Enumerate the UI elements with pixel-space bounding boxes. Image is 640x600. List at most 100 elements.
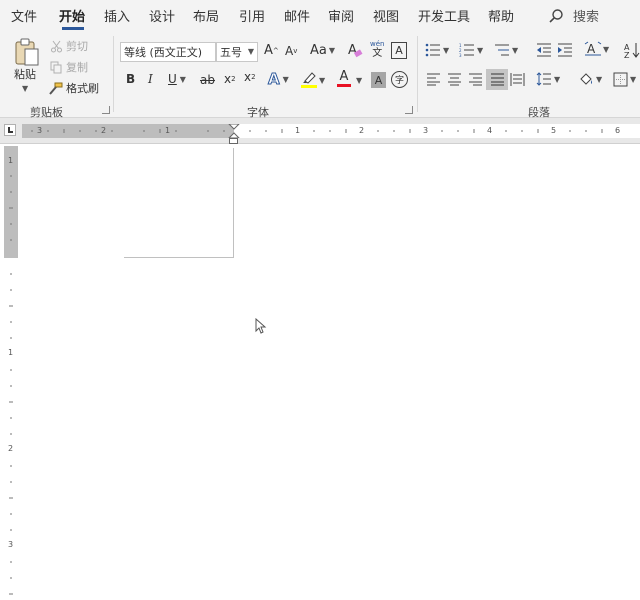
ruler-number: 1: [165, 126, 171, 135]
superscript-button[interactable]: x2: [244, 70, 256, 84]
justify-button[interactable]: [486, 69, 508, 90]
format-painter-label: 格式刷: [66, 82, 99, 95]
borders-button[interactable]: ▼: [613, 72, 636, 87]
grow-font-button[interactable]: A ^: [264, 43, 279, 58]
text-effects-button[interactable]: A ▼: [268, 70, 289, 89]
character-border-label: A: [395, 44, 403, 57]
align-right-icon: [469, 73, 482, 86]
bold-button[interactable]: B: [126, 72, 135, 86]
italic-button[interactable]: I: [148, 72, 153, 86]
horizontal-ruler[interactable]: 3 2 1 1 2 3 4 5 6: [22, 124, 640, 138]
copy-label: 复制: [66, 61, 88, 74]
multilevel-list-icon: [495, 44, 509, 56]
svg-text:A: A: [587, 42, 596, 56]
shading-button[interactable]: ▼: [578, 72, 602, 87]
left-indent-marker[interactable]: [229, 138, 238, 144]
align-center-icon: [448, 73, 461, 86]
font-size-select[interactable]: 五号 ▼: [216, 42, 258, 62]
paste-icon[interactable]: [12, 36, 42, 68]
tab-developer[interactable]: 开发工具: [418, 6, 470, 25]
justify-icon: [490, 73, 504, 86]
tab-design[interactable]: 设计: [149, 6, 175, 25]
tab-insert[interactable]: 插入: [104, 6, 130, 25]
change-case-label: Aa: [310, 43, 327, 58]
search-label[interactable]: 搜索: [573, 6, 599, 25]
asian-layout-icon: A: [584, 41, 602, 56]
font-name-value: 等线 (西文正文): [124, 46, 203, 59]
line-spacing-button[interactable]: ▼: [536, 72, 560, 86]
vertical-ruler[interactable]: 1 1 2 3: [4, 146, 18, 600]
enclose-characters-label: 字: [394, 76, 404, 86]
sort-icon: AZ: [624, 43, 640, 58]
align-left-button[interactable]: [426, 73, 441, 86]
ruler-number: 2: [359, 126, 365, 135]
tab-selector[interactable]: [4, 124, 16, 136]
align-right-button[interactable]: [468, 73, 483, 86]
active-tab-indicator: [62, 27, 84, 30]
highlight-dropdown-icon[interactable]: ▼: [319, 76, 325, 85]
paste-dropdown-icon[interactable]: ▼: [22, 84, 28, 93]
strikethrough-button[interactable]: ab: [200, 73, 215, 87]
change-case-button[interactable]: Aa ▼: [310, 43, 335, 58]
font-color-dropdown-icon[interactable]: ▼: [356, 76, 362, 85]
increase-indent-button[interactable]: [557, 43, 573, 57]
multilevel-list-button[interactable]: ▼: [494, 43, 518, 57]
paste-button[interactable]: 粘贴: [14, 66, 36, 82]
character-border-button[interactable]: A: [391, 42, 407, 59]
bullets-button[interactable]: ▼: [425, 43, 449, 57]
shrink-font-button[interactable]: Av: [285, 44, 297, 58]
tab-help[interactable]: 帮助: [488, 6, 514, 25]
highlight-button[interactable]: [301, 71, 317, 88]
font-color-button[interactable]: A: [337, 70, 351, 87]
svg-text:Z: Z: [624, 51, 630, 58]
asian-layout-button[interactable]: A ▼: [584, 41, 609, 58]
font-launcher-icon[interactable]: [405, 106, 413, 114]
decrease-indent-button[interactable]: [536, 43, 552, 57]
underline-button[interactable]: U ▼: [168, 72, 186, 86]
ruler-number: 4: [487, 126, 493, 135]
character-shading-button[interactable]: A: [371, 72, 386, 88]
align-center-button[interactable]: [447, 73, 462, 86]
format-painter-button[interactable]: 格式刷: [48, 80, 99, 96]
tab-review[interactable]: 审阅: [328, 6, 354, 25]
page-margin-corner-mark: [124, 148, 234, 258]
search-icon[interactable]: [548, 8, 564, 24]
tab-layout[interactable]: 布局: [193, 6, 219, 25]
font-size-value: 五号: [220, 46, 242, 59]
tab-references[interactable]: 引用: [239, 6, 265, 25]
mouse-cursor-icon: [255, 318, 267, 334]
enclose-characters-button[interactable]: 字: [391, 71, 408, 88]
ruler-number: 1: [8, 156, 14, 165]
ribbon: 粘贴 ▼ 剪切 复制 格式刷 剪贴板 等线 (西文正文) 五号 ▼ A ^ A …: [0, 32, 640, 119]
phonetic-guide-button[interactable]: wén 文: [370, 40, 384, 59]
grow-font-label: A: [264, 43, 273, 58]
ruler-number: 3: [8, 540, 14, 549]
vertical-ruler-ticks: [4, 146, 18, 595]
bullet-list-icon: [425, 43, 440, 57]
tab-file[interactable]: 文件: [11, 6, 37, 25]
increase-indent-icon: [558, 43, 572, 57]
cut-button[interactable]: 剪切: [50, 38, 88, 54]
numbered-list-icon: 1 2 3: [459, 43, 474, 57]
ruler-number: 3: [37, 126, 43, 135]
font-name-select[interactable]: 等线 (西文正文): [120, 42, 216, 62]
phonetic-bottom: 文: [372, 48, 383, 59]
distributed-align-icon: [510, 73, 525, 86]
tab-mailings[interactable]: 邮件: [284, 6, 310, 25]
clear-formatting-button[interactable]: A: [347, 42, 363, 59]
tab-home[interactable]: 开始: [59, 6, 85, 25]
clipboard-launcher-icon[interactable]: [102, 106, 110, 114]
distributed-button[interactable]: [510, 73, 525, 86]
subscript-button[interactable]: x2: [224, 72, 236, 86]
document-page[interactable]: [22, 146, 640, 600]
ruler-number: 2: [8, 444, 14, 453]
underline-label: U: [168, 72, 177, 86]
sort-button[interactable]: AZ: [624, 42, 640, 58]
align-left-icon: [427, 73, 440, 86]
clear-formatting-icon: A: [348, 43, 363, 58]
text-effects-label: A: [268, 70, 281, 89]
numbering-button[interactable]: 1 2 3 ▼: [459, 43, 483, 57]
ruler-number: 6: [615, 126, 621, 135]
copy-button[interactable]: 复制: [50, 59, 88, 75]
tab-view[interactable]: 视图: [373, 6, 399, 25]
